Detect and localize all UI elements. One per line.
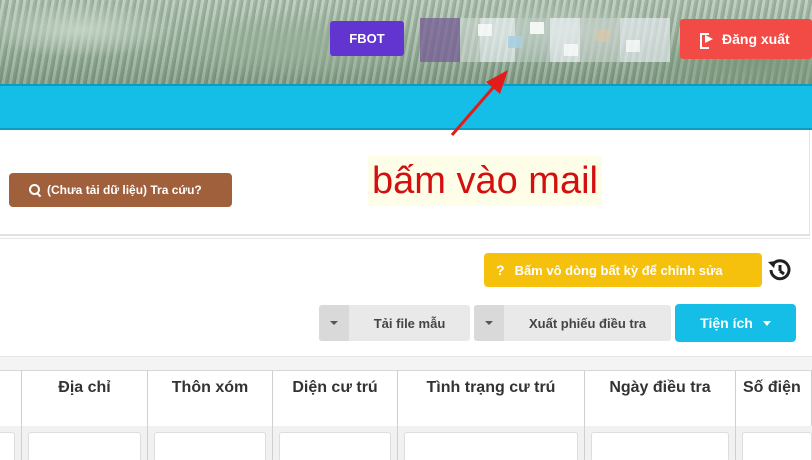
edit-hint-label: Bấm vô dòng bất kỳ để chỉnh sửa	[514, 262, 723, 278]
nav-band	[0, 84, 812, 130]
edit-hint-button[interactable]: ? Bấm vô dòng bất kỳ để chỉnh sửa	[484, 253, 762, 287]
filter-input[interactable]	[154, 432, 266, 460]
filter-cell	[398, 426, 585, 460]
chevron-down-icon	[762, 320, 771, 326]
filter-cell	[273, 426, 398, 460]
user-email-blurred[interactable]	[420, 18, 670, 62]
column-header[interactable]: Thôn xóm	[148, 371, 273, 426]
filter-cell	[0, 426, 22, 460]
filter-input[interactable]	[0, 432, 15, 460]
annotation-arrow-icon	[450, 70, 508, 136]
utility-dropdown-button[interactable]: Tiện ích	[675, 304, 796, 342]
logout-button[interactable]: Đăng xuất	[680, 19, 812, 59]
export-survey-label: Xuất phiếu điều tra	[528, 315, 646, 331]
logout-label: Đăng xuất	[722, 31, 790, 47]
column-header[interactable]: Ngày điều tra	[585, 371, 736, 426]
annotation-text: bấm vào mail	[368, 156, 602, 206]
filter-cell	[736, 426, 812, 460]
download-template-label: Tải file mẫu	[373, 315, 446, 331]
history-icon[interactable]	[765, 256, 793, 284]
question-icon: ?	[496, 262, 505, 278]
filter-input[interactable]	[279, 432, 391, 460]
download-template-button[interactable]: Tải file mẫu	[319, 305, 470, 341]
chevron-down-icon[interactable]	[474, 305, 504, 341]
column-header[interactable]: Diện cư trú	[273, 371, 398, 426]
grid-toolbar-strip	[0, 356, 812, 370]
filter-cell	[148, 426, 273, 460]
search-button-label: (Chưa tải dữ liệu) Tra cứu?	[47, 183, 202, 197]
chevron-down-icon[interactable]	[319, 305, 349, 341]
table-header: Địa chỉ Thôn xóm Diện cư trú Tình trạng …	[0, 370, 812, 426]
fbot-button[interactable]: FBOT	[330, 21, 404, 56]
filter-input[interactable]	[742, 432, 812, 460]
filter-input[interactable]	[591, 432, 729, 460]
logout-icon	[700, 33, 714, 49]
column-header[interactable]: Tình trạng cư trú	[398, 371, 585, 426]
export-survey-button[interactable]: Xuất phiếu điều tra	[474, 305, 671, 341]
filter-cell	[585, 426, 736, 460]
filter-input[interactable]	[404, 432, 578, 460]
filter-row	[0, 426, 812, 460]
column-header[interactable]: Số điện	[736, 371, 812, 426]
column-header-partial	[0, 371, 22, 426]
column-header[interactable]: Địa chỉ	[22, 371, 148, 426]
search-icon	[29, 184, 41, 196]
utility-label: Tiện ích	[700, 315, 753, 331]
filter-input[interactable]	[28, 432, 141, 460]
search-button[interactable]: (Chưa tải dữ liệu) Tra cứu?	[9, 173, 232, 207]
filter-cell	[22, 426, 148, 460]
